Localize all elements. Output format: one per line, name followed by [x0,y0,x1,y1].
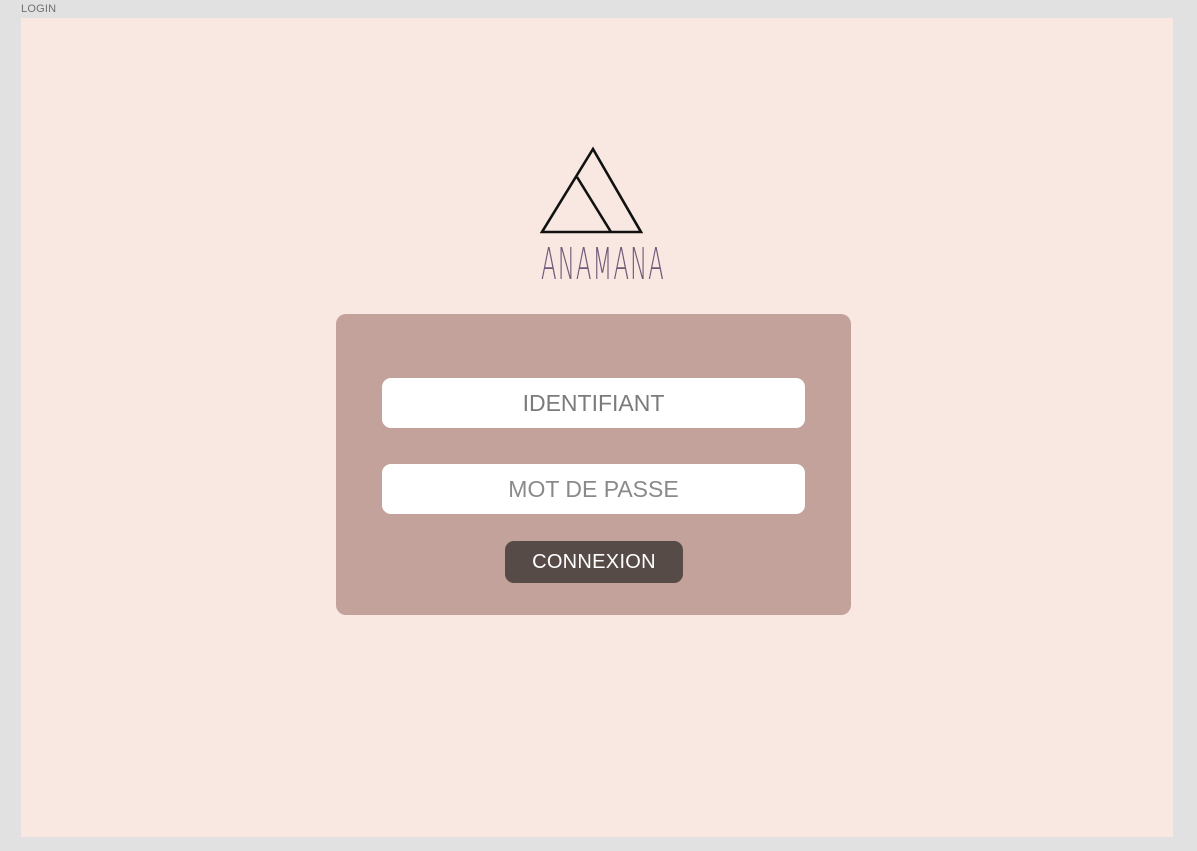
login-artboard: ANAMANA CONNEXION [21,18,1173,837]
username-field[interactable] [382,378,805,428]
brand-name: ANAMANA [541,239,665,290]
login-button[interactable]: CONNEXION [505,541,683,583]
login-card: CONNEXION [336,314,851,615]
password-field[interactable] [382,464,805,514]
triangle-mountain-icon [534,146,654,236]
frame-label: LOGIN [21,3,57,15]
